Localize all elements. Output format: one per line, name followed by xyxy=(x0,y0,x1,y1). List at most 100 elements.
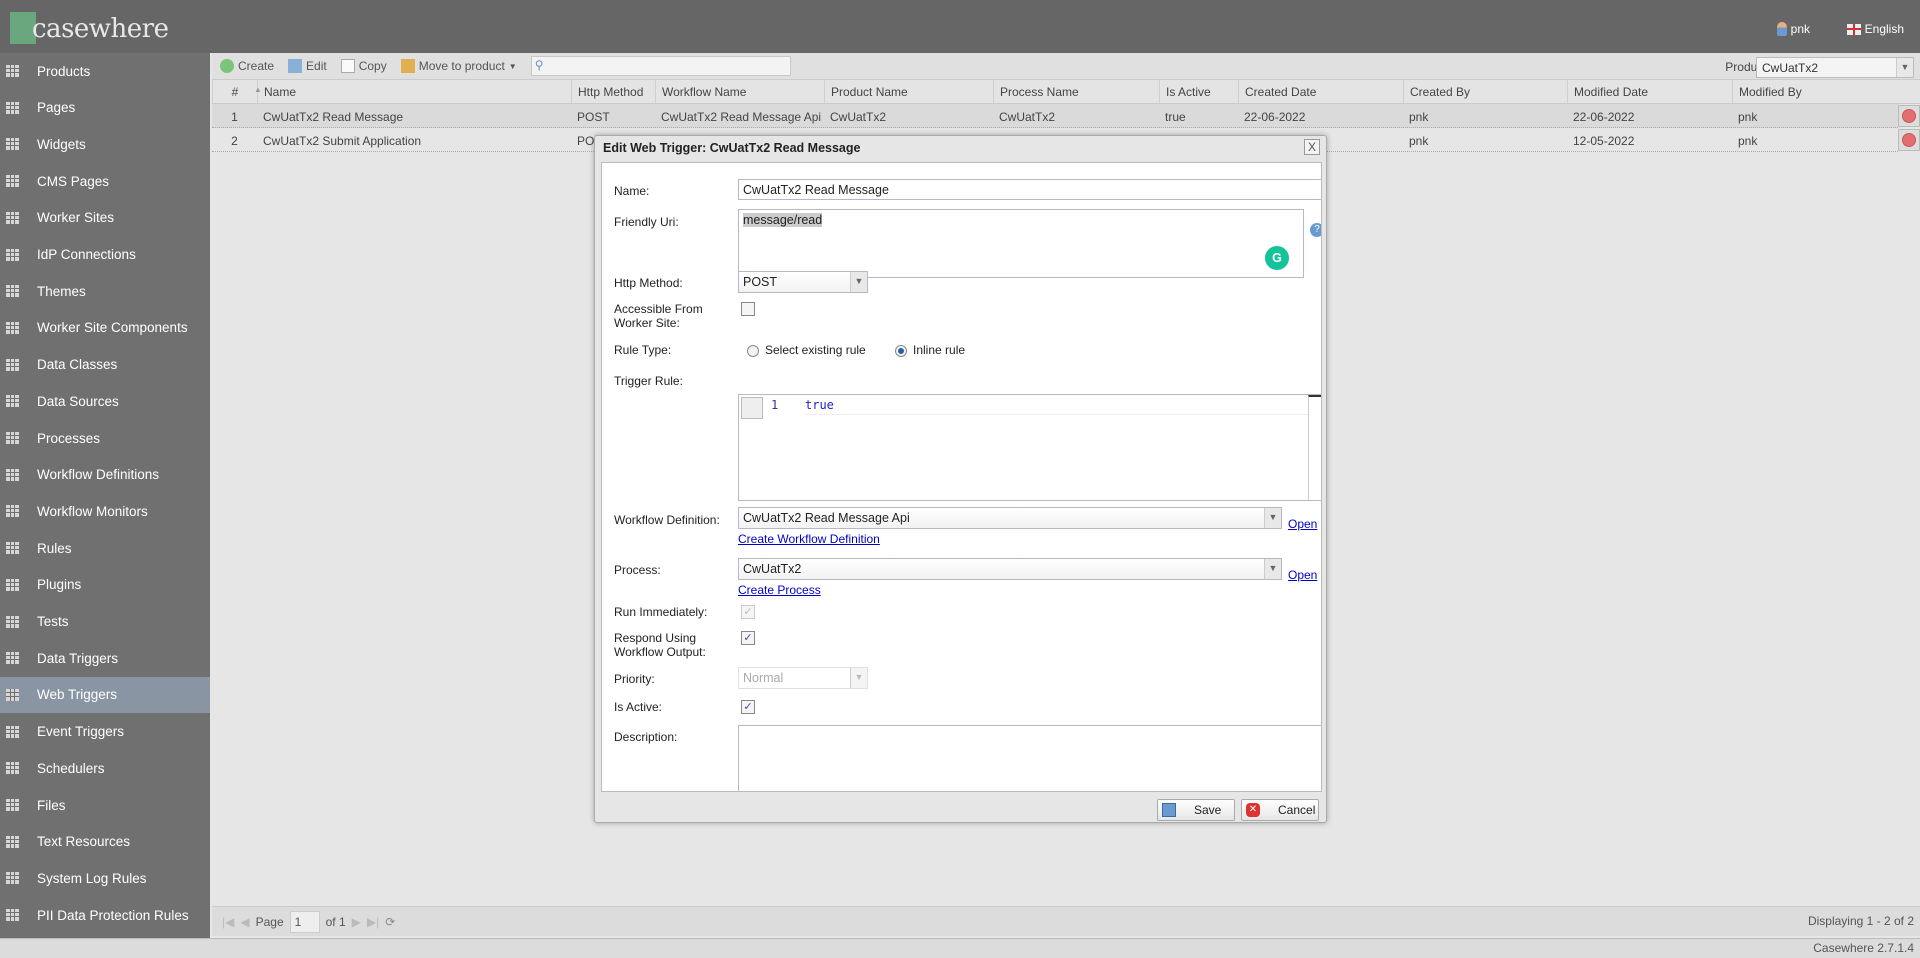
cancel-icon: ✕ xyxy=(1246,803,1260,817)
respond-checkbox[interactable]: ✓ xyxy=(741,631,755,645)
column-header[interactable]: Is Active xyxy=(1159,80,1238,103)
search-icon: ⚲ xyxy=(534,58,544,72)
column-header[interactable]: Http Method xyxy=(571,80,655,103)
accessible-checkbox[interactable] xyxy=(741,302,755,316)
sidebar-item-text-resources[interactable]: Text Resources xyxy=(0,824,210,860)
sidebar-item-rules[interactable]: Rules xyxy=(0,530,210,566)
sidebar: Products Pages Widgets CMS Pages Worker Site… xyxy=(0,53,210,938)
grid-icon xyxy=(6,211,19,224)
product-select[interactable]: CwUatTx2 ▼ xyxy=(1756,57,1914,78)
friendly-uri-input[interactable]: message/read G xyxy=(738,209,1304,278)
sidebar-item-products[interactable]: Products xyxy=(0,53,210,89)
column-header[interactable]: Workflow Name xyxy=(655,80,824,103)
open-process-link[interactable]: Open xyxy=(1288,568,1317,582)
save-button[interactable]: Save xyxy=(1157,799,1235,821)
sidebar-item-workflow-definitions[interactable]: Workflow Definitions xyxy=(0,457,210,493)
table-cell: CwUatTx2 Read Message xyxy=(263,110,404,124)
language-menu[interactable]: English xyxy=(1846,22,1904,36)
create-process-link[interactable]: Create Process xyxy=(738,583,821,597)
copy-button[interactable]: Copy xyxy=(340,59,387,73)
grid-icon xyxy=(6,578,19,591)
next-page-icon[interactable]: ▶ xyxy=(352,915,361,929)
grid-icon xyxy=(6,321,19,334)
column-header[interactable]: Modified Date xyxy=(1567,80,1732,103)
edit-icon xyxy=(288,59,303,73)
create-button[interactable]: Create xyxy=(220,59,274,73)
move-to-product-button[interactable]: Move to product ▼ xyxy=(400,59,517,73)
delete-icon xyxy=(1902,109,1916,123)
workflow-definition-select[interactable]: CwUatTx2 Read Message Api ▼ xyxy=(738,507,1282,529)
rule-type-label: Rule Type: xyxy=(614,343,672,357)
logo[interactable]: casewhere xyxy=(32,14,169,44)
radio-icon xyxy=(747,344,759,357)
sidebar-item-plugins[interactable]: Plugins xyxy=(0,567,210,603)
column-header[interactable]: Modified By xyxy=(1732,80,1898,103)
table-cell: pnk xyxy=(1738,110,1758,124)
refresh-icon[interactable]: ⟳ xyxy=(385,915,395,929)
grid-icon xyxy=(6,138,19,151)
close-button[interactable]: X xyxy=(1304,139,1320,155)
column-header[interactable]: Name xyxy=(257,80,571,103)
rule-search-icon[interactable] xyxy=(741,397,763,419)
sidebar-item-themes[interactable]: Themes xyxy=(0,273,210,309)
first-page-icon[interactable]: |◀ xyxy=(222,915,234,929)
column-header[interactable]: Created Date xyxy=(1238,80,1403,103)
sidebar-item-data-classes[interactable]: Data Classes xyxy=(0,347,210,383)
delete-row-button[interactable] xyxy=(1898,105,1920,127)
column-header[interactable]: Product Name xyxy=(824,80,993,103)
page-input[interactable]: 1 xyxy=(289,910,320,933)
grammarly-icon[interactable]: G xyxy=(1265,246,1289,270)
column-header[interactable]: Created By xyxy=(1403,80,1567,103)
priority-label: Priority: xyxy=(614,672,655,686)
user-menu[interactable]: pnk xyxy=(1776,22,1810,36)
last-page-icon[interactable]: ▶| xyxy=(367,915,379,929)
description-input[interactable] xyxy=(738,725,1321,791)
is-active-checkbox[interactable]: ✓ xyxy=(741,700,755,714)
help-icon[interactable]: ? xyxy=(1310,223,1321,237)
sidebar-item-cms-pages[interactable]: CMS Pages xyxy=(0,163,210,199)
grid-icon xyxy=(6,542,19,555)
sidebar-item-system-log-rules[interactable]: System Log Rules xyxy=(0,860,210,896)
edit-button[interactable]: Edit xyxy=(288,59,327,73)
sidebar-item-data-triggers[interactable]: Data Triggers xyxy=(0,640,210,676)
sidebar-item-files[interactable]: Files xyxy=(0,787,210,823)
sidebar-item-pages[interactable]: Pages xyxy=(0,90,210,126)
search-input[interactable]: ⚲ xyxy=(530,56,791,76)
code-editor[interactable]: 1 true xyxy=(738,394,1321,501)
sidebar-item-schedulers[interactable]: Schedulers xyxy=(0,750,210,786)
sidebar-item-label: Products xyxy=(37,63,91,79)
sidebar-item-idp-connections[interactable]: IdP Connections xyxy=(0,237,210,273)
table-row[interactable]: 1 CwUatTx2 Read Message POST CwUatTx2 Read … xyxy=(212,104,1898,128)
sidebar-item-data-sources[interactable]: Data Sources xyxy=(0,383,210,419)
http-method-select[interactable]: POST ▼ xyxy=(738,271,868,293)
sidebar-item-workflow-monitors[interactable]: Workflow Monitors xyxy=(0,493,210,529)
sidebar-item-event-triggers[interactable]: Event Triggers xyxy=(0,714,210,750)
sidebar-item-worker-sites[interactable]: Worker Sites xyxy=(0,200,210,236)
process-select[interactable]: CwUatTx2 ▼ xyxy=(738,558,1282,580)
sidebar-item-label: Worker Site Components xyxy=(37,320,188,336)
cancel-button[interactable]: ✕ Cancel xyxy=(1241,799,1319,821)
open-workflow-link[interactable]: Open xyxy=(1288,517,1317,531)
respond-label: Respond Using Workflow Output: xyxy=(614,631,706,659)
name-input[interactable]: CwUatTx2 Read Message xyxy=(738,179,1321,200)
delete-row-button[interactable] xyxy=(1898,129,1920,151)
create-workflow-definition-link[interactable]: Create Workflow Definition xyxy=(738,532,880,546)
sidebar-item-worker-site-components[interactable]: Worker Site Components xyxy=(0,310,210,346)
prev-page-icon[interactable]: ◀ xyxy=(240,915,249,929)
sidebar-item-label: System Log Rules xyxy=(37,870,147,886)
column-header[interactable]: # xyxy=(212,80,257,103)
name-label: Name: xyxy=(614,184,650,198)
sidebar-item-widgets[interactable]: Widgets xyxy=(0,126,210,162)
sidebar-item-tests[interactable]: Tests xyxy=(0,604,210,640)
sidebar-item-pii-data-protection-rules[interactable]: PII Data Protection Rules xyxy=(0,897,210,933)
http-method-label: Http Method: xyxy=(614,276,683,290)
version-text: Casewhere 2.7.1.4 xyxy=(1813,941,1914,955)
column-header[interactable]: Process Name xyxy=(993,80,1159,103)
editor-scrollbar[interactable] xyxy=(1308,395,1321,500)
sidebar-item-web-triggers[interactable]: Web Triggers xyxy=(0,676,210,713)
radio-select-existing[interactable]: Select existing rule xyxy=(747,343,866,357)
sidebar-item-label: Workflow Definitions xyxy=(37,467,160,483)
sidebar-item-processes[interactable]: Processes xyxy=(0,420,210,456)
dialog-title: Edit Web Trigger: CwUatTx2 Read Message xyxy=(603,141,861,155)
radio-inline-rule[interactable]: Inline rule xyxy=(895,343,965,357)
